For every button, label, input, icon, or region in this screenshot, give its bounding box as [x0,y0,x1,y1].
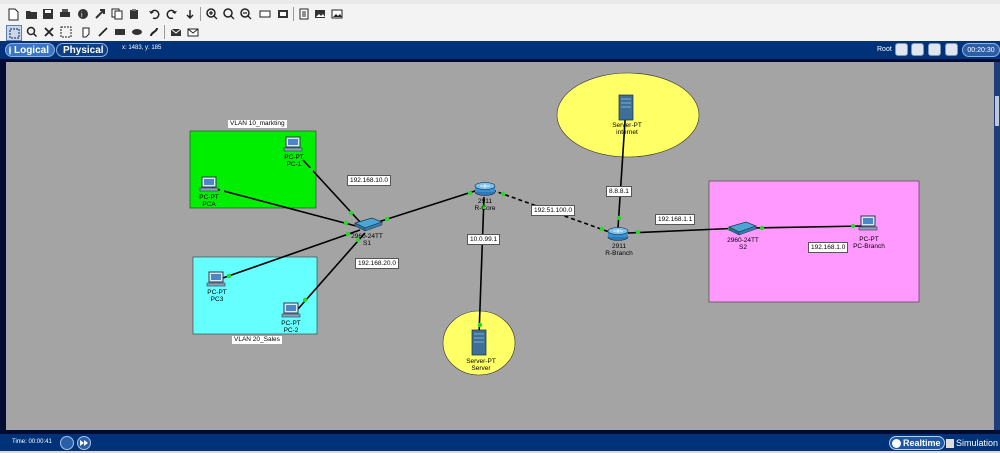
rbranch-router-icon [607,227,629,241]
realtime-mode-button[interactable]: Realtime [889,436,945,450]
ip-label-branch-net: 192.168.1.0 [808,242,849,253]
power-cycle-icon[interactable] [60,436,74,450]
ip-label-vlan20: 192.168.20.0 [355,258,399,269]
topology-drawing [189,72,920,376]
internet-label: Server-PT internet [612,122,642,136]
pc2-label: PC-PT PC-2 [281,320,301,334]
pc3-label: PC-PT PC3 [207,289,227,303]
pc1-icon [283,136,303,152]
server-server-icon [471,329,487,356]
s2-label: 2960-24TT S2 [727,237,759,251]
simulation-icon [946,438,954,448]
pcbranch-icon [858,215,878,231]
s1-label: 2960-24TT S1 [351,233,383,247]
pcbranch-label: PC-PT PC-Branch [853,236,885,250]
pca-label: PC-PT PCA [199,194,219,208]
rcore-label: 2911 R-Core [474,198,496,212]
fast-forward-icon[interactable] [77,436,91,450]
rbranch-label: 2911 R-Branch [605,243,633,257]
rcore-router-icon [474,182,496,196]
vlan20-title: VLAN 20_Sales [232,336,282,344]
pc1-label: PC-PT PC-1 [284,154,304,168]
ip-label-vlan10: 192.168.10.0 [347,175,391,186]
pc2-icon [281,302,301,318]
ip-label-branch-gw: 192.168.1.1 [655,214,696,225]
pca-icon [199,176,219,192]
link-s1-rcore [377,189,479,223]
ip-label-internet: 8.8.8.1 [606,186,632,197]
vlan10-title: VLAN 10_markting [228,120,287,128]
ip-label-wan: 192.51.100.0 [531,205,575,216]
simulation-mode-button[interactable]: Simulation [946,436,1000,450]
ip-label-server: 10.0.99.1 [467,234,501,245]
sim-time: Time: 00:00:41 [12,439,52,445]
pc3-icon [206,271,226,287]
server-label: Server-PT Server [466,358,496,372]
internet-server-icon [618,94,634,121]
clock-icon [892,438,901,448]
